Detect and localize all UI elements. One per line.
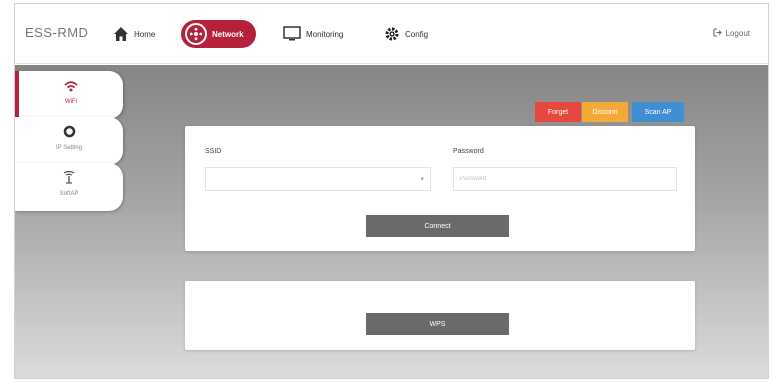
wifi-icon [19, 79, 123, 97]
antenna-icon [15, 170, 123, 189]
nav-monitoring[interactable]: Monitoring [283, 20, 343, 48]
disconnect-button[interactable]: Disconn [582, 102, 628, 122]
settings-icon [15, 125, 123, 143]
scan-ap-button[interactable]: Scan AP [632, 102, 684, 122]
sidebar-item-ip-setting[interactable]: IP Setting [15, 117, 123, 165]
wps-button[interactable]: WPS [366, 313, 509, 335]
wifi-connect-panel: SSID Password ▾ Connect [185, 126, 695, 251]
ssid-select[interactable]: ▾ [205, 167, 431, 191]
logout-button[interactable]: Logout [713, 28, 750, 39]
nav-config[interactable]: Config [384, 20, 428, 48]
nav-home-label: Home [134, 29, 156, 39]
password-input[interactable] [453, 167, 677, 191]
network-icon [185, 23, 207, 45]
sidebar-item-label: SoftAP [59, 191, 79, 197]
sidebar-item-wifi[interactable]: WiFi [15, 71, 123, 119]
brand-logo: ESS-RMD [25, 25, 89, 40]
nav-config-label: Config [405, 29, 429, 39]
logout-label: Logout [725, 29, 750, 38]
ssid-label: SSID [205, 148, 222, 155]
forget-button[interactable]: Forget [535, 102, 581, 122]
app-window: ESS-RMD Home Network Monitoring Config L… [14, 3, 769, 379]
wps-panel: WPS [185, 281, 695, 350]
monitor-icon [283, 26, 301, 42]
logout-icon [713, 28, 722, 39]
top-nav-bar: ESS-RMD Home Network Monitoring Config L… [15, 4, 768, 64]
network-content: WiFi IP Setting SoftAP Forget Disconn Sc… [15, 65, 768, 378]
sidebar-item-softap[interactable]: SoftAP [15, 163, 123, 211]
gear-icon [384, 26, 400, 42]
password-label: Password [453, 148, 484, 155]
connect-button[interactable]: Connect [366, 215, 509, 237]
chevron-down-icon: ▾ [420, 176, 424, 183]
sidebar-item-label: IP Setting [56, 145, 82, 151]
nav-monitoring-label: Monitoring [306, 29, 344, 39]
sidebar-item-label: WiFi [65, 99, 77, 105]
nav-network-label: Network [212, 29, 244, 39]
nav-network[interactable]: Network [181, 20, 256, 48]
nav-home[interactable]: Home [113, 20, 155, 48]
home-icon [113, 26, 129, 42]
